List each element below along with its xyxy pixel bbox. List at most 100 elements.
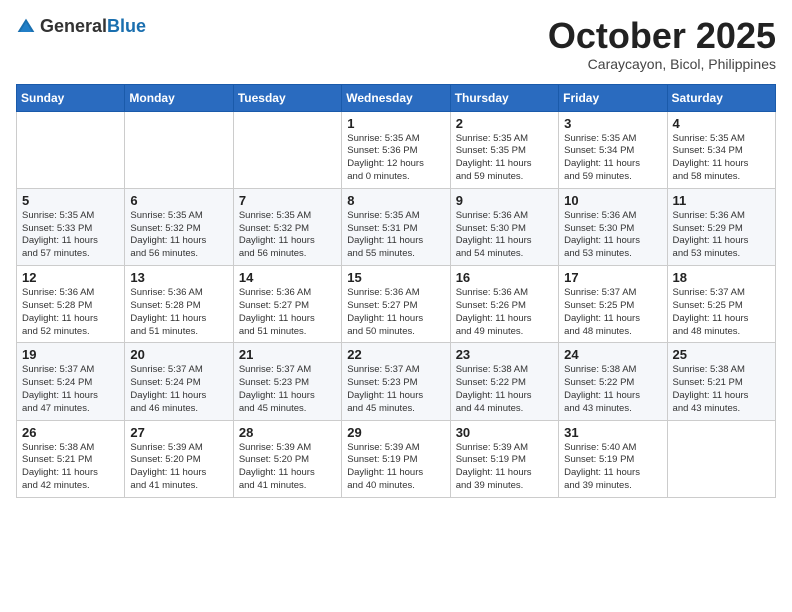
day-cell: 13Sunrise: 5:36 AM Sunset: 5:28 PM Dayli… xyxy=(125,266,233,343)
day-number: 10 xyxy=(564,193,661,208)
day-cell: 20 Sunrise: 5:37 AM Sunset: 5:24 PM Dayli… xyxy=(125,343,233,420)
day-cell: 8 Sunrise: 5:35 AM Sunset: 5:31 PM Daylig… xyxy=(342,188,450,265)
day-number: 19 xyxy=(22,347,119,362)
day-number: 3 xyxy=(564,116,661,131)
day-info: Sunrise: 5:38 AM Sunset: 5:22 PM Dayligh… xyxy=(456,364,553,415)
day-info: Sunrise: 5:39 AM Sunset: 5:19 PM Dayligh… xyxy=(456,442,553,493)
day-number: 16 xyxy=(456,270,553,285)
day-cell: 15 Sunrise: 5:36 AM Sunset: 5:27 PM Dayli… xyxy=(342,266,450,343)
day-cell xyxy=(667,420,775,497)
day-number: 28 xyxy=(239,425,336,440)
day-number: 12 xyxy=(22,270,119,285)
day-cell: 1 Sunrise: 5:35 AM Sunset: 5:36 PM Daylig… xyxy=(342,111,450,188)
day-info: Sunrise: 5:35 AM Sunset: 5:34 PM Dayligh… xyxy=(673,133,770,184)
day-number: 2 xyxy=(456,116,553,131)
day-number: 31 xyxy=(564,425,661,440)
day-cell: 29Sunrise: 5:39 AM Sunset: 5:19 PM Dayli… xyxy=(342,420,450,497)
day-info: Sunrise: 5:36 AM Sunset: 5:27 PM Dayligh… xyxy=(347,287,444,338)
week-row-5: 26 Sunrise: 5:38 AM Sunset: 5:21 PM Dayli… xyxy=(17,420,776,497)
day-info: Sunrise: 5:39 AM Sunset: 5:20 PM Dayligh… xyxy=(239,442,336,493)
day-cell: 5Sunrise: 5:35 AM Sunset: 5:33 PM Daylig… xyxy=(17,188,125,265)
day-info: Sunrise: 5:37 AM Sunset: 5:25 PM Dayligh… xyxy=(564,287,661,338)
day-cell: 14Sunrise: 5:36 AM Sunset: 5:27 PM Dayli… xyxy=(233,266,341,343)
week-row-4: 19 Sunrise: 5:37 AM Sunset: 5:24 PM Dayli… xyxy=(17,343,776,420)
day-cell: 4 Sunrise: 5:35 AM Sunset: 5:34 PM Daylig… xyxy=(667,111,775,188)
day-info: Sunrise: 5:36 AM Sunset: 5:28 PM Dayligh… xyxy=(130,287,227,338)
weekday-header-sunday: Sunday xyxy=(17,84,125,111)
day-info: Sunrise: 5:38 AM Sunset: 5:21 PM Dayligh… xyxy=(22,442,119,493)
day-number: 30 xyxy=(456,425,553,440)
day-info: Sunrise: 5:36 AM Sunset: 5:29 PM Dayligh… xyxy=(673,210,770,261)
day-number: 22 xyxy=(347,347,444,362)
day-info: Sunrise: 5:37 AM Sunset: 5:24 PM Dayligh… xyxy=(22,364,119,415)
day-info: Sunrise: 5:36 AM Sunset: 5:28 PM Dayligh… xyxy=(22,287,119,338)
day-number: 11 xyxy=(673,193,770,208)
day-cell: 6Sunrise: 5:35 AM Sunset: 5:32 PM Daylig… xyxy=(125,188,233,265)
day-cell xyxy=(125,111,233,188)
day-cell: 21 Sunrise: 5:37 AM Sunset: 5:23 PM Dayli… xyxy=(233,343,341,420)
day-cell: 12 Sunrise: 5:36 AM Sunset: 5:28 PM Dayli… xyxy=(17,266,125,343)
weekday-header-row: SundayMondayTuesdayWednesdayThursdayFrid… xyxy=(17,84,776,111)
day-cell: 2Sunrise: 5:35 AM Sunset: 5:35 PM Daylig… xyxy=(450,111,558,188)
day-number: 20 xyxy=(130,347,227,362)
day-cell: 17 Sunrise: 5:37 AM Sunset: 5:25 PM Dayli… xyxy=(559,266,667,343)
subtitle: Caraycayon, Bicol, Philippines xyxy=(548,56,776,72)
day-info: Sunrise: 5:36 AM Sunset: 5:30 PM Dayligh… xyxy=(456,210,553,261)
day-number: 5 xyxy=(22,193,119,208)
day-number: 4 xyxy=(673,116,770,131)
day-number: 26 xyxy=(22,425,119,440)
week-row-2: 5Sunrise: 5:35 AM Sunset: 5:33 PM Daylig… xyxy=(17,188,776,265)
logo-icon xyxy=(16,17,36,37)
weekday-header-monday: Monday xyxy=(125,84,233,111)
day-cell: 24 Sunrise: 5:38 AM Sunset: 5:22 PM Dayli… xyxy=(559,343,667,420)
day-number: 23 xyxy=(456,347,553,362)
day-cell: 28 Sunrise: 5:39 AM Sunset: 5:20 PM Dayli… xyxy=(233,420,341,497)
day-info: Sunrise: 5:37 AM Sunset: 5:23 PM Dayligh… xyxy=(347,364,444,415)
day-cell: 3 Sunrise: 5:35 AM Sunset: 5:34 PM Daylig… xyxy=(559,111,667,188)
day-cell: 22 Sunrise: 5:37 AM Sunset: 5:23 PM Dayli… xyxy=(342,343,450,420)
title-block: October 2025 Caraycayon, Bicol, Philippi… xyxy=(548,16,776,72)
day-cell: 18Sunrise: 5:37 AM Sunset: 5:25 PM Dayli… xyxy=(667,266,775,343)
day-number: 25 xyxy=(673,347,770,362)
weekday-header-tuesday: Tuesday xyxy=(233,84,341,111)
day-cell: 31Sunrise: 5:40 AM Sunset: 5:19 PM Dayli… xyxy=(559,420,667,497)
day-info: Sunrise: 5:35 AM Sunset: 5:31 PM Dayligh… xyxy=(347,210,444,261)
day-info: Sunrise: 5:37 AM Sunset: 5:24 PM Dayligh… xyxy=(130,364,227,415)
day-number: 21 xyxy=(239,347,336,362)
day-number: 9 xyxy=(456,193,553,208)
day-info: Sunrise: 5:38 AM Sunset: 5:21 PM Dayligh… xyxy=(673,364,770,415)
day-info: Sunrise: 5:35 AM Sunset: 5:34 PM Dayligh… xyxy=(564,133,661,184)
day-info: Sunrise: 5:36 AM Sunset: 5:30 PM Dayligh… xyxy=(564,210,661,261)
month-title: October 2025 xyxy=(548,16,776,56)
weekday-header-friday: Friday xyxy=(559,84,667,111)
day-number: 29 xyxy=(347,425,444,440)
day-number: 1 xyxy=(347,116,444,131)
day-number: 24 xyxy=(564,347,661,362)
logo: GeneralBlue xyxy=(16,16,146,37)
week-row-1: 1 Sunrise: 5:35 AM Sunset: 5:36 PM Daylig… xyxy=(17,111,776,188)
weekday-header-wednesday: Wednesday xyxy=(342,84,450,111)
logo-general: General xyxy=(40,16,107,36)
day-info: Sunrise: 5:35 AM Sunset: 5:36 PM Dayligh… xyxy=(347,133,444,184)
day-cell xyxy=(233,111,341,188)
day-number: 15 xyxy=(347,270,444,285)
day-info: Sunrise: 5:37 AM Sunset: 5:23 PM Dayligh… xyxy=(239,364,336,415)
day-number: 18 xyxy=(673,270,770,285)
day-cell: 10 Sunrise: 5:36 AM Sunset: 5:30 PM Dayli… xyxy=(559,188,667,265)
day-info: Sunrise: 5:36 AM Sunset: 5:26 PM Dayligh… xyxy=(456,287,553,338)
day-info: Sunrise: 5:35 AM Sunset: 5:32 PM Dayligh… xyxy=(239,210,336,261)
day-cell: 23 Sunrise: 5:38 AM Sunset: 5:22 PM Dayli… xyxy=(450,343,558,420)
week-row-3: 12 Sunrise: 5:36 AM Sunset: 5:28 PM Dayli… xyxy=(17,266,776,343)
page-header: GeneralBlue October 2025 Caraycayon, Bic… xyxy=(16,16,776,72)
day-cell: 26 Sunrise: 5:38 AM Sunset: 5:21 PM Dayli… xyxy=(17,420,125,497)
day-cell: 27Sunrise: 5:39 AM Sunset: 5:20 PM Dayli… xyxy=(125,420,233,497)
day-cell: 11 Sunrise: 5:36 AM Sunset: 5:29 PM Dayli… xyxy=(667,188,775,265)
day-info: Sunrise: 5:38 AM Sunset: 5:22 PM Dayligh… xyxy=(564,364,661,415)
day-cell: 9 Sunrise: 5:36 AM Sunset: 5:30 PM Daylig… xyxy=(450,188,558,265)
day-info: Sunrise: 5:35 AM Sunset: 5:32 PM Dayligh… xyxy=(130,210,227,261)
day-number: 8 xyxy=(347,193,444,208)
day-number: 17 xyxy=(564,270,661,285)
day-cell: 7Sunrise: 5:35 AM Sunset: 5:32 PM Daylig… xyxy=(233,188,341,265)
day-cell: 30 Sunrise: 5:39 AM Sunset: 5:19 PM Dayli… xyxy=(450,420,558,497)
calendar: SundayMondayTuesdayWednesdayThursdayFrid… xyxy=(16,84,776,498)
